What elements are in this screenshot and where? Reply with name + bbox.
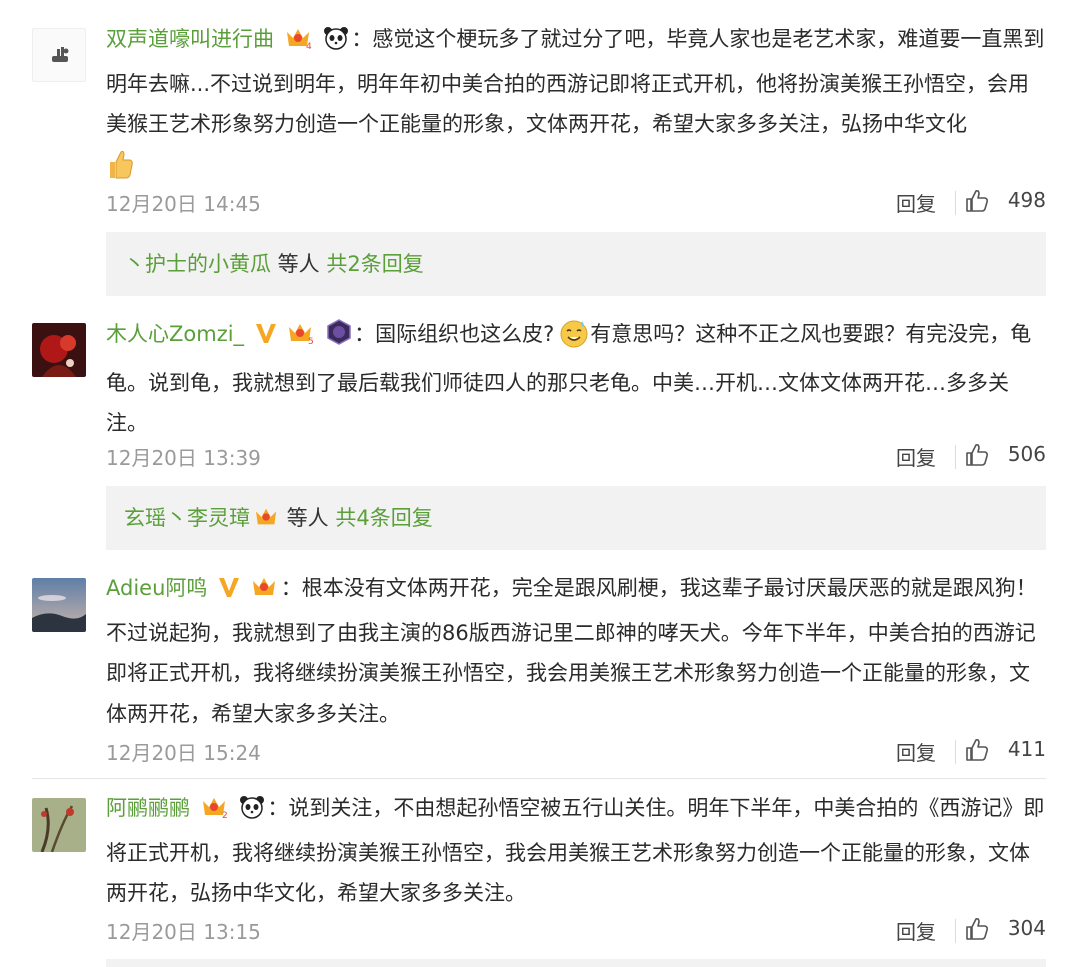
reply-user-link[interactable]: 玄瑶丶李灵璋 — [124, 506, 250, 530]
reply-button[interactable]: 回复 — [896, 442, 936, 471]
svg-text:4: 4 — [306, 42, 312, 50]
username-link[interactable]: 双声道嚎叫进行曲 — [106, 27, 274, 51]
reply-summary-edge — [106, 959, 1046, 967]
crown-lv5-icon: 5 — [287, 318, 315, 359]
username-link[interactable]: 木人心Zomzi_ — [106, 322, 244, 346]
reply-count-link[interactable]: 共2条回复 — [326, 252, 423, 276]
timestamp: 12月20日 15:24 — [106, 741, 261, 765]
like-icon[interactable] — [964, 188, 990, 219]
like-icon[interactable] — [964, 737, 990, 768]
reply-user-link[interactable]: 丶护士的小黄瓜 — [124, 252, 271, 276]
comment-body: 阿鹂鹂鹂 2 ：说到关注，不由想起孙悟空被五行山关住。明年下半年，中美合拍的《西… — [106, 788, 1046, 914]
like-icon[interactable] — [964, 916, 990, 947]
avatar[interactable] — [32, 28, 86, 82]
timestamp: 12月20日 13:39 — [106, 446, 261, 470]
username-link[interactable]: 阿鹂鹂鹂 — [106, 796, 190, 820]
like-icon[interactable] — [964, 442, 990, 473]
svg-text:2: 2 — [222, 811, 228, 819]
reply-button[interactable]: 回复 — [896, 737, 936, 766]
crown-icon — [254, 489, 280, 553]
divider — [955, 740, 956, 764]
divider — [955, 919, 956, 943]
avatar[interactable] — [32, 578, 86, 632]
avatar[interactable] — [32, 798, 86, 852]
reply-button[interactable]: 回复 — [896, 916, 936, 945]
comment-meta: 12月20日 14:45 回复 498 — [106, 182, 1046, 222]
reply-summary[interactable]: 丶护士的小黄瓜 等人 共2条回复 — [106, 232, 1046, 296]
comment-meta: 12月20日 13:15 回复 304 — [106, 910, 1046, 950]
verified-v-icon — [218, 572, 240, 613]
comment-body: Adieu阿鸣 ：根本没有文体两开花，完全是跟风刷梗，我这辈子最讨厌最厌恶的就是… — [106, 568, 1046, 734]
verified-v-icon — [255, 318, 277, 359]
like-count: 411 — [1007, 737, 1046, 761]
comment-text: 根本没有文体两开花，完全是跟风刷梗，我这辈子最讨厌最厌恶的就是跟风狗！不过说起狗… — [106, 576, 1037, 726]
panda-icon — [239, 792, 265, 833]
username-link[interactable]: Adieu阿鸣 — [106, 576, 207, 600]
comment-meta: 12月20日 13:39 回复 506 — [106, 436, 1046, 476]
night-badge-icon — [326, 318, 352, 359]
like-count: 304 — [1007, 916, 1046, 940]
comment-text: 国际组织也这么皮? — [375, 322, 555, 346]
reply-summary[interactable]: 玄瑶丶李灵璋 等人 共4条回复 — [106, 486, 1046, 550]
like-count: 498 — [1007, 188, 1046, 212]
reply-count-link[interactable]: 共4条回复 — [335, 506, 432, 530]
crown-lv4-icon: 4 — [285, 23, 313, 64]
panda-icon — [323, 23, 349, 64]
sweat-smile-icon — [558, 317, 590, 363]
reply-button[interactable]: 回复 — [896, 188, 936, 217]
reply-summary-text: 等人 — [271, 252, 327, 276]
timestamp: 12月20日 14:45 — [106, 192, 261, 216]
divider — [955, 445, 956, 469]
comment-body: 双声道嚎叫进行曲 4 ：感觉这个梗玩多了就过分了吧，毕竟人家也是老艺术家，难道要… — [106, 19, 1046, 193]
divider — [955, 191, 956, 215]
like-count: 506 — [1007, 442, 1046, 466]
crown-lv2-icon: 2 — [201, 792, 229, 833]
svg-text:5: 5 — [308, 337, 314, 345]
timestamp: 12月20日 13:15 — [106, 920, 261, 944]
comment-body: 木人心Zomzi_ 5 ：国际组织也这么皮? 有意思吗？这种不正之风也要跟？有完… — [106, 314, 1046, 444]
reply-summary-text: 等人 — [280, 506, 336, 530]
comment-meta: 12月20日 15:24 回复 411 — [106, 731, 1046, 771]
comment-divider — [32, 778, 1046, 779]
crown-icon — [251, 572, 279, 613]
avatar[interactable] — [32, 323, 86, 377]
